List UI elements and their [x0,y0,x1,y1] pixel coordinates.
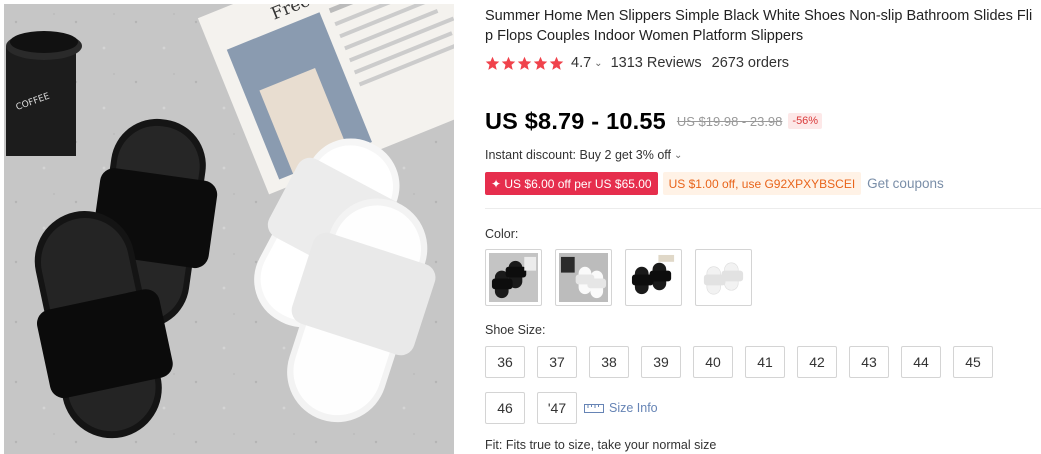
size-option[interactable]: 36 [485,346,525,378]
product-title: Summer Home Men Slippers Simple Black Wh… [485,8,1033,44]
store-coupon[interactable]: ✦ US $6.00 off per US $65.00 [485,172,658,195]
shoe-size-label: Shoe Size: [485,323,546,337]
size-option[interactable]: 41 [745,346,785,378]
size-option[interactable]: 45 [953,346,993,378]
star-rating[interactable] [485,56,564,71]
star-icon [517,56,532,70]
size-option[interactable]: 46 [485,392,525,424]
reviews-count[interactable]: 1313 Reviews [611,55,702,71]
star-icon [549,56,564,70]
code-coupon[interactable]: US $1.00 off, use G92XPXYBSCEI [662,172,862,195]
fit-note: Fit: Fits true to size, take your normal… [485,438,717,452]
size-option[interactable]: 44 [901,346,941,378]
size-option[interactable]: '47 [537,392,577,424]
divider [485,208,1041,209]
size-option[interactable]: 38 [589,346,629,378]
size-info-label: Size Info [609,401,658,415]
chevron-down-icon[interactable]: ⌄ [594,58,602,69]
color-label: Color: [485,227,519,241]
star-icon [485,56,500,70]
coupons-row: ✦ US $6.00 off per US $65.00 US $1.00 of… [485,172,944,195]
size-row: 46 '47 Size Info [485,392,1041,424]
rating-row: 4.7 ⌄ 1313 Reviews 2673 orders [485,53,789,73]
rating-value[interactable]: 4.7 [571,55,591,71]
color-swatch-white-floor[interactable] [555,249,612,306]
ruler-icon [584,404,604,413]
shoe-size-options: 36 37 38 39 40 41 42 43 44 45 46 '47 Siz… [485,346,1041,438]
color-options [485,249,752,306]
size-option[interactable]: 37 [537,346,577,378]
discount-badge: -56% [788,113,823,129]
size-option[interactable]: 43 [849,346,889,378]
original-price: US $19.98 - 23.98 [676,113,783,129]
price-row: US $8.79 - 10.55 US $19.98 - 23.98 -56% [485,106,823,136]
instant-discount-text: Instant discount: Buy 2 get 3% off [485,148,671,162]
color-swatch-white-white[interactable] [695,249,752,306]
instant-discount[interactable]: Instant discount: Buy 2 get 3% off ⌄ [485,148,682,162]
size-info-link[interactable]: Size Info [584,401,658,415]
product-main-image[interactable]: Free Spirit COFFEE [4,4,454,454]
current-price: US $8.79 - 10.55 [485,107,666,134]
star-icon [533,56,548,70]
size-row: 36 37 38 39 40 41 42 43 44 45 [485,346,1041,378]
size-option[interactable]: 42 [797,346,837,378]
size-option[interactable]: 39 [641,346,681,378]
size-option[interactable]: 40 [693,346,733,378]
color-swatch-black-white[interactable] [625,249,682,306]
color-swatch-black-floor[interactable] [485,249,542,306]
chevron-down-icon: ⌄ [674,149,683,161]
star-icon [501,56,516,70]
get-coupons-link[interactable]: Get coupons [867,176,944,191]
orders-count: 2673 orders [711,55,790,71]
